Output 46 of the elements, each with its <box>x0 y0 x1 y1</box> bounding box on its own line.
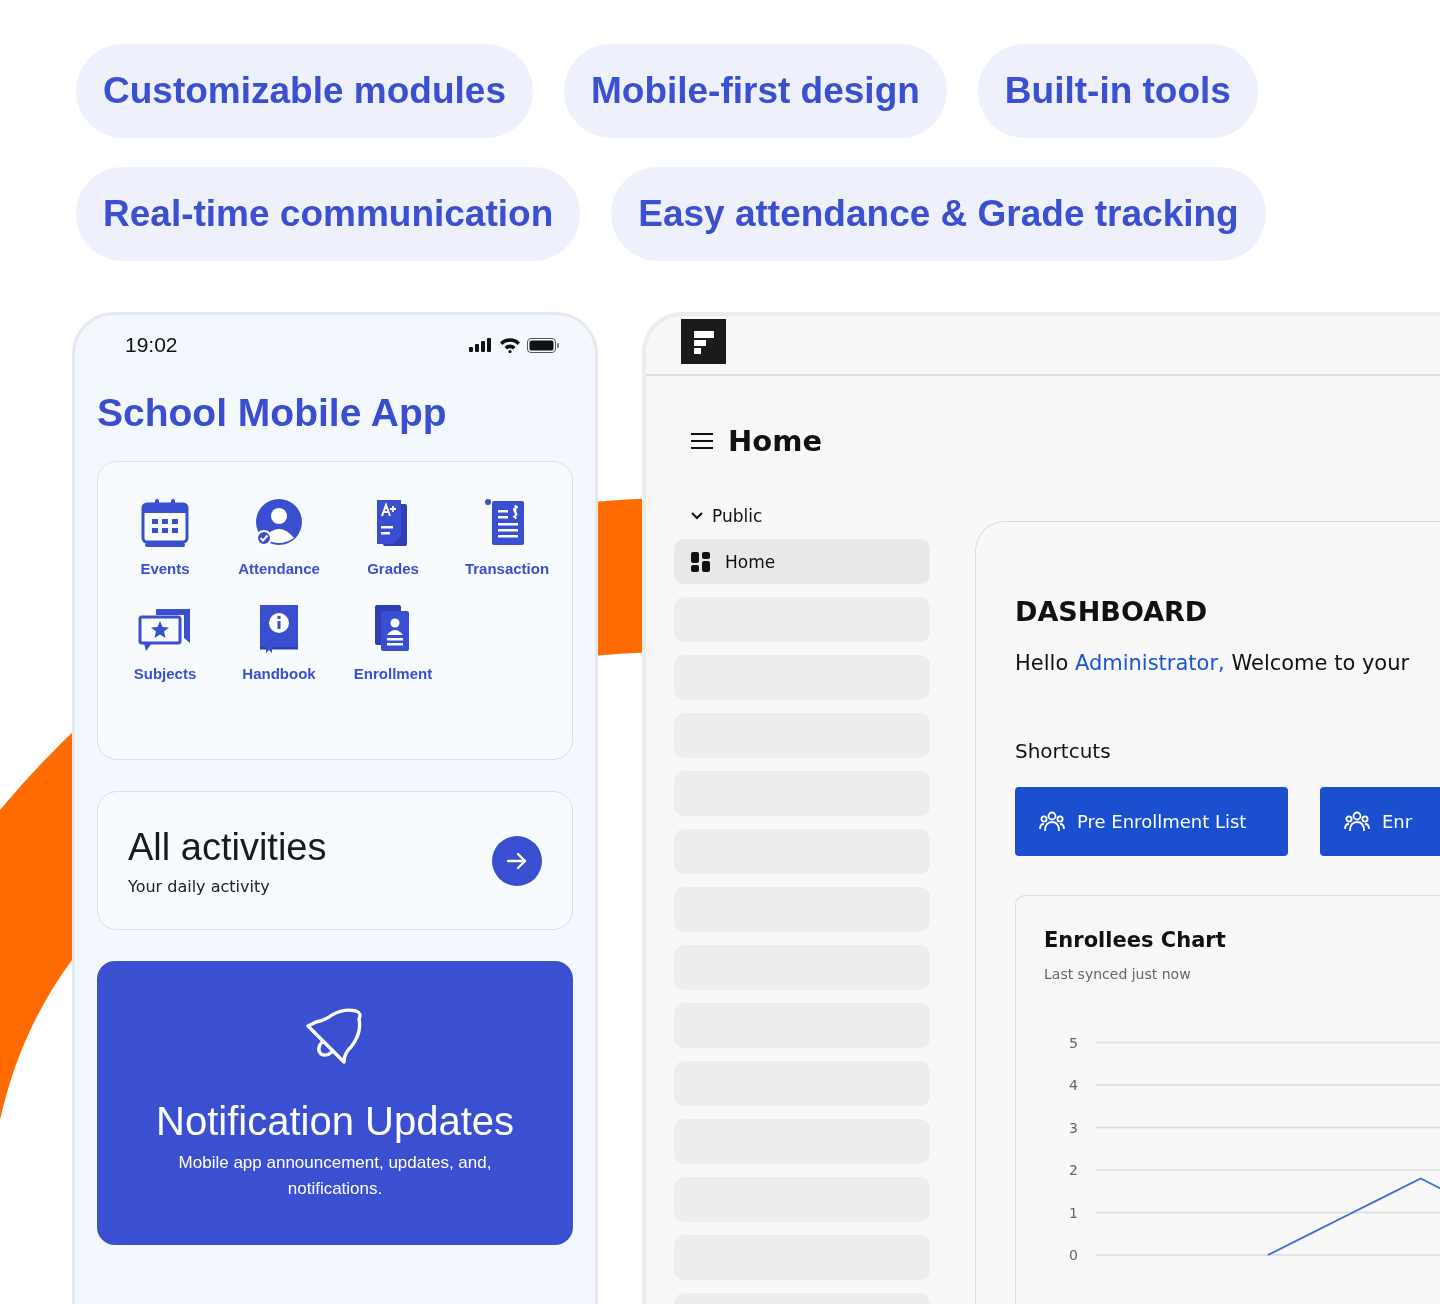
notification-text: Mobile app announcement, updates, and, notifications. <box>177 1152 493 1200</box>
chart-title: Enrollees Chart <box>1044 928 1227 952</box>
module-item[interactable]: Subjects <box>108 603 222 682</box>
axis-tick-label: 5 <box>1069 1034 1078 1051</box>
greeting-text: Hello Administrator, Welcome to your <box>1015 651 1411 675</box>
module-item[interactable]: Handbook <box>222 603 336 682</box>
axis-tick-label: 0 <box>1069 1247 1078 1263</box>
axis-tick-label: 2 <box>1069 1162 1078 1178</box>
battery-icon <box>527 337 559 353</box>
section-toggle[interactable]: Public <box>674 506 930 526</box>
axis-tick-label: 1 <box>1069 1204 1078 1221</box>
feature-tag: Built-in tools <box>977 44 1258 138</box>
feature-tag: Easy attendance & Grade tracking <box>611 167 1266 261</box>
users-icon <box>1039 809 1065 834</box>
module-item[interactable]: Enrollment <box>336 603 450 682</box>
logo <box>681 319 726 364</box>
activities-subtitle: Your daily activity <box>128 876 271 896</box>
activities-card[interactable]: All activities Your daily activity <box>97 791 573 930</box>
arrow-right-icon[interactable] <box>492 835 542 886</box>
module-item[interactable]: Transaction <box>450 498 564 577</box>
shortcuts-title: Shortcuts <box>1015 739 1112 763</box>
notification-title: Notification Updates <box>156 1099 514 1144</box>
status-time: 19:02 <box>125 333 178 357</box>
module-item[interactable]: Attendance <box>222 498 336 577</box>
sidebar-item[interactable]: Home <box>674 539 930 584</box>
module-item[interactable]: Grades <box>336 498 450 577</box>
axis-tick-label: 3 <box>1069 1119 1078 1136</box>
wifi-icon <box>499 337 521 353</box>
page-title: Home <box>728 424 823 458</box>
shortcut-button[interactable]: Enr <box>1320 787 1440 856</box>
users-icon <box>1344 809 1370 834</box>
calendar-icon <box>140 498 190 548</box>
shortcut-button[interactable]: Pre Enrollment List <box>1015 787 1288 856</box>
chart-subtitle: Last synced just now <box>1044 966 1192 982</box>
signal-icon <box>469 338 493 352</box>
axis-tick-label: 4 <box>1069 1077 1078 1093</box>
feature-tag: Customizable modules <box>76 44 533 138</box>
activities-title: All activities <box>128 825 327 869</box>
app-title: School Mobile App <box>97 391 448 435</box>
dashboard-heading: DASHBOARD <box>1015 596 1209 627</box>
menu-icon[interactable] <box>690 432 714 450</box>
dashboard-icon <box>691 551 711 572</box>
feature-tag: Mobile-first design <box>563 44 947 138</box>
module-item[interactable]: Events <box>108 498 222 577</box>
user-check-icon <box>254 498 304 548</box>
feature-tag: Real-time communication <box>76 167 581 261</box>
